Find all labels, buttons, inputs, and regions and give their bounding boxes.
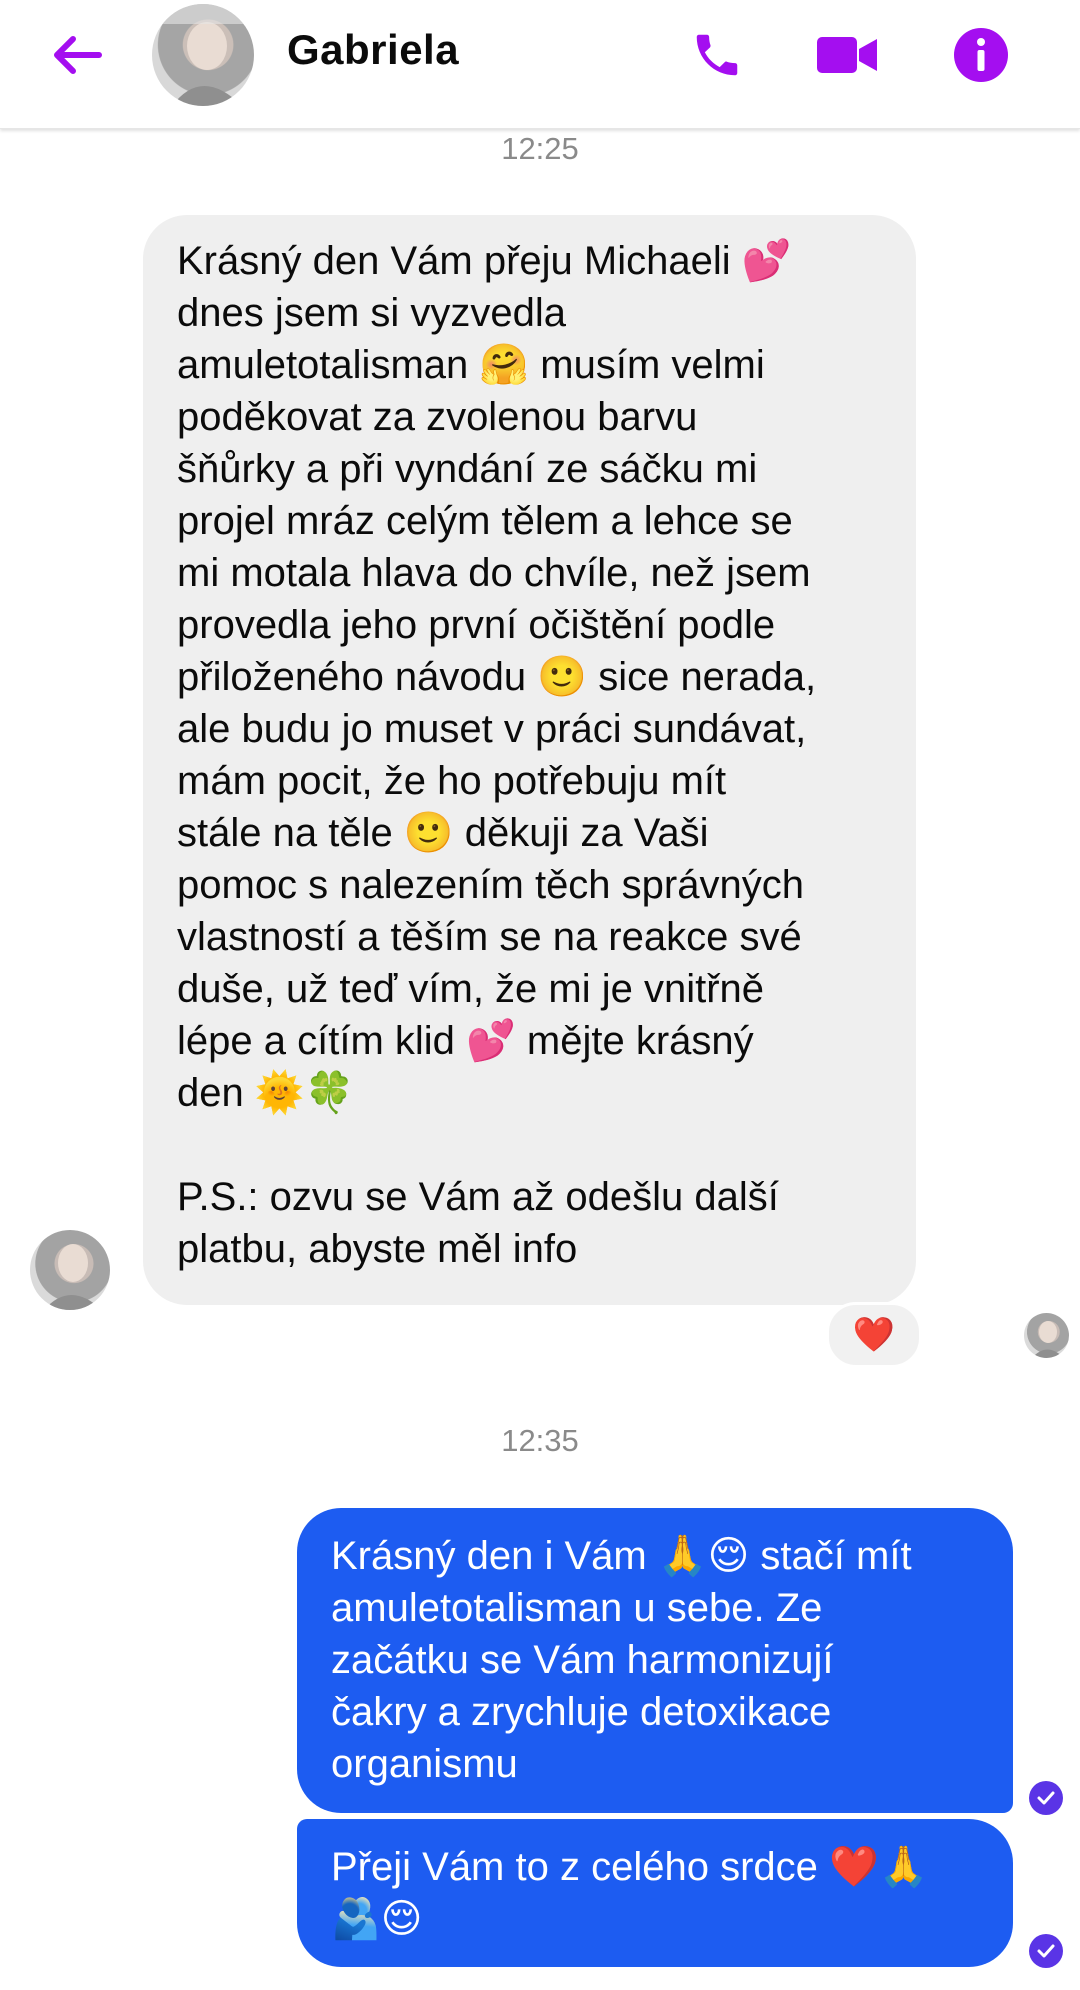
conversation-header: Gabriela (0, 0, 1080, 129)
read-check-icon (1029, 1934, 1063, 1968)
outgoing-message-bubble[interactable]: Krásný den i Vám 🙏😌 stačí mít amuletotal… (297, 1508, 1013, 1813)
message-timestamp: 12:25 (501, 131, 579, 166)
video-camera-icon[interactable] (814, 22, 880, 88)
seen-avatar (1024, 1313, 1069, 1358)
info-icon[interactable] (948, 22, 1014, 88)
contact-name[interactable]: Gabriela (287, 26, 459, 74)
incoming-message-bubble[interactable]: Krásný den Vám přeju Michaeli 💕 dnes jse… (143, 215, 916, 1305)
sender-avatar[interactable] (30, 1230, 110, 1310)
outgoing-message-bubble[interactable]: Přeji Vám to z celého srdce ❤️🙏 🫂😌 (297, 1819, 1013, 1967)
contact-avatar[interactable] (152, 4, 254, 106)
heart-reaction[interactable]: ❤️ (826, 1302, 922, 1368)
back-arrow-icon[interactable] (44, 22, 110, 88)
read-check-icon (1029, 1781, 1063, 1815)
phone-icon[interactable] (684, 22, 750, 88)
message-timestamp: 12:35 (501, 1423, 579, 1458)
